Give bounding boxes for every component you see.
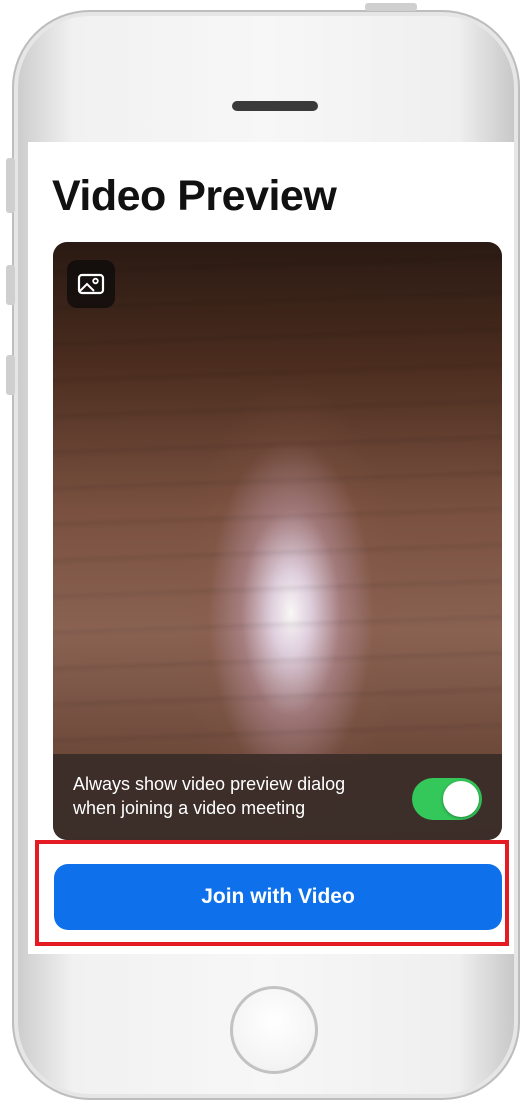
toggle-knob <box>443 781 479 817</box>
screen: Video Preview Always show video preview … <box>28 142 514 954</box>
camera-feed <box>53 242 502 840</box>
earpiece-speaker <box>232 101 318 111</box>
preview-settings-bar: Always show video preview dialog when jo… <box>53 754 502 840</box>
always-show-preview-label: Always show video preview dialog when jo… <box>73 774 346 818</box>
always-show-preview-toggle[interactable] <box>412 778 482 820</box>
power-button <box>365 3 417 11</box>
video-preview: Always show video preview dialog when jo… <box>53 242 502 840</box>
volume-up-button <box>6 265 15 305</box>
image-background-icon <box>77 273 105 295</box>
join-with-video-button[interactable]: Join with Video <box>54 864 502 930</box>
virtual-background-button[interactable] <box>67 260 115 308</box>
volume-down-button <box>6 355 15 395</box>
home-button[interactable] <box>230 986 318 1074</box>
mute-switch <box>6 158 15 213</box>
page-title: Video Preview <box>52 172 337 220</box>
